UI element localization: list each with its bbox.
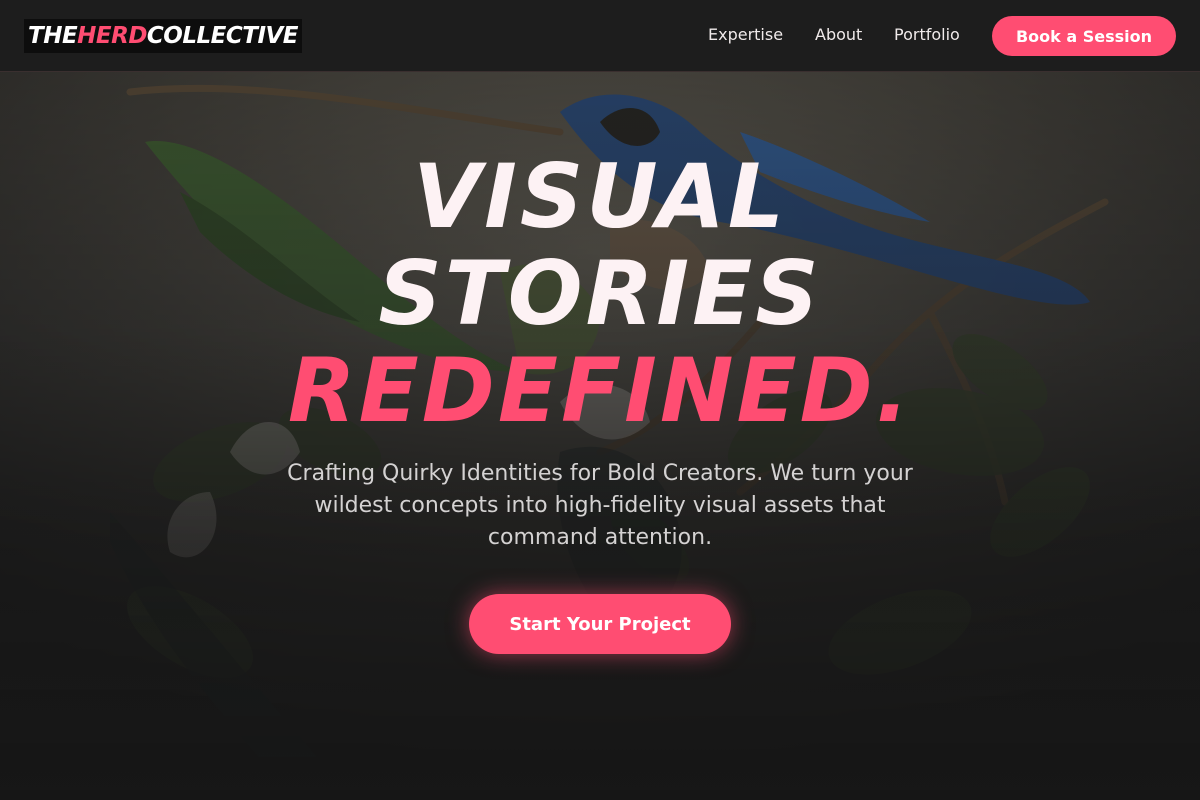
brand-logo[interactable]: THE HERD COLLECTIVE [24,19,303,53]
hero-subtext: Crafting Quirky Identities for Bold Crea… [287,461,913,550]
brand-text-herd: HERD [77,23,147,49]
nav-link-about[interactable]: About [815,25,862,44]
headline-line-visual: VISUAL [413,145,787,248]
nav-link-portfolio[interactable]: Portfolio [894,25,960,44]
brand-text-the: THE [28,23,78,49]
headline-line-stories: STORIES [378,242,822,345]
book-session-button[interactable]: Book a Session [992,16,1176,56]
brand-text-collective: COLLECTIVE [146,23,299,49]
hero-section: VISUAL STORIES REDEFINED. Crafting Quirk… [0,72,1200,800]
headline-line-redefined: REDEFINED. [287,339,913,442]
start-project-button[interactable]: Start Your Project [469,594,731,654]
nav-link-expertise[interactable]: Expertise [708,25,783,44]
navbar: THE HERD COLLECTIVE Expertise About Port… [0,0,1200,72]
